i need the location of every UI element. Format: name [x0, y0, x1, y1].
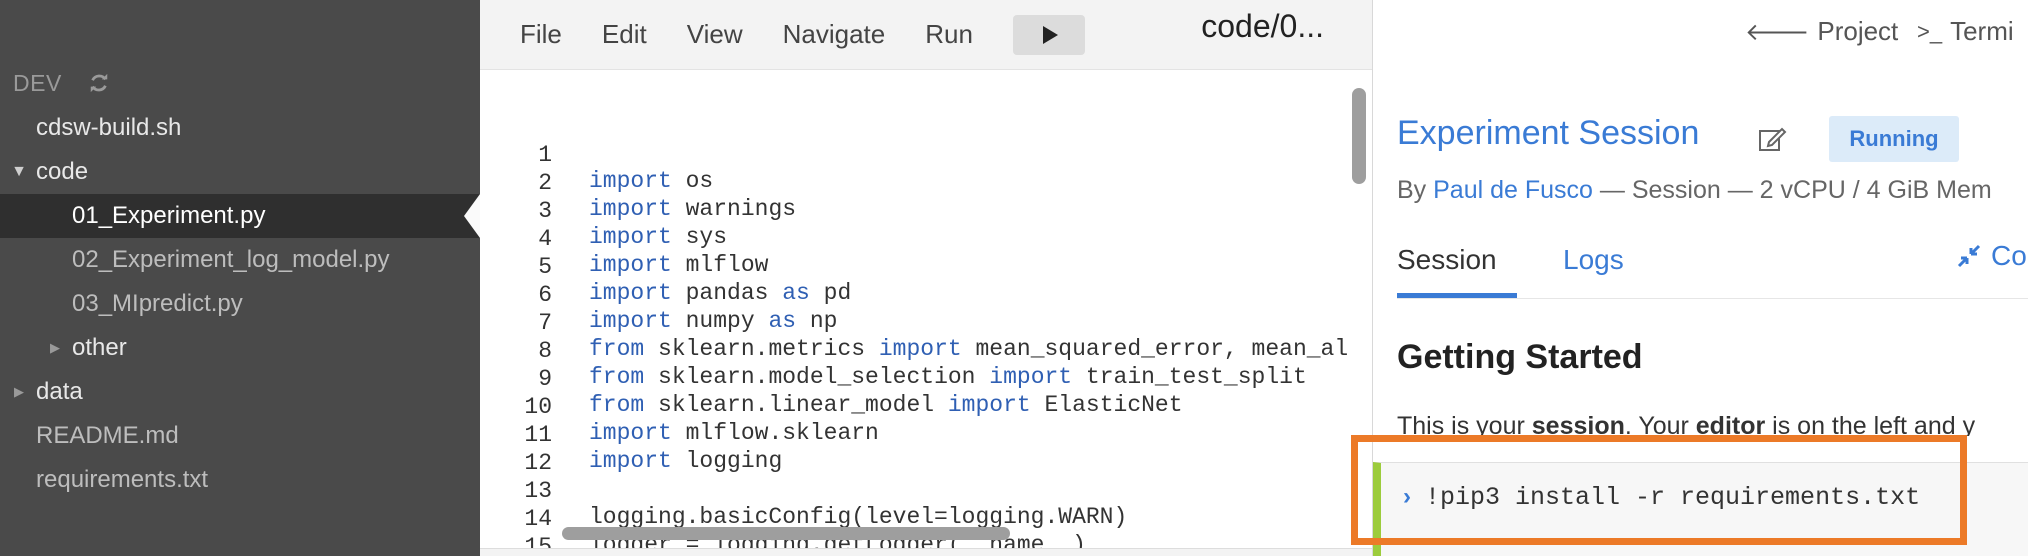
file-label: README.md [36, 422, 179, 449]
project-name: DEV [13, 69, 62, 96]
selection-indicator [464, 194, 480, 238]
code-line: 13 logging.basicConfig(level=logging.WAR… [480, 452, 1372, 530]
file-item-02-experiment-log-model[interactable]: 02_Experiment_log_model.py [0, 238, 480, 282]
run-button[interactable] [1012, 14, 1085, 55]
editor-menubar: File Edit View Navigate Run code/0... [480, 0, 1372, 70]
session-resources: — Session — 2 vCPU / 4 GiB Mem [1592, 176, 1992, 204]
code-line: 9 from sklearn.linear_model import Elast… [480, 340, 1372, 418]
code-line: 6 import numpy as np [480, 256, 1372, 334]
caret-right-icon[interactable]: ▶ [44, 340, 66, 356]
file-label: cdsw-build.sh [36, 114, 182, 141]
caret-down-icon[interactable]: ▼ [8, 163, 30, 181]
menu-run[interactable]: Run [925, 19, 973, 50]
menu-view[interactable]: View [687, 19, 743, 50]
code-line: 3 import sys [480, 172, 1372, 250]
file-label: 03_MIpredict.py [72, 290, 243, 317]
folder-label: code [36, 158, 89, 185]
intro-text: This is your session. Your editor is on … [1397, 412, 1976, 436]
file-label: 01_Experiment.py [72, 202, 266, 229]
code-line: 7 from sklearn.metrics import mean_squar… [480, 284, 1372, 362]
tab-logs[interactable]: Logs [1563, 244, 1624, 276]
file-item-requirements[interactable]: requirements.txt [0, 458, 480, 502]
session-title[interactable]: Experiment Session [1397, 114, 1699, 153]
open-file-title: code/0... [1201, 8, 1324, 44]
arrow-left-icon: 🡐 [1745, 18, 1810, 46]
line-number: 15 [524, 534, 552, 548]
vertical-scrollbar[interactable] [1352, 88, 1366, 184]
code-area[interactable]: 1 import os 2 import warnings 3 import s… [480, 70, 1372, 548]
command-input[interactable]: › !pip3 install -r requirements.txt [1373, 462, 2028, 556]
tabs-divider [1397, 298, 2028, 299]
session-byline: By Paul de Fusco — Session — 2 vCPU / 4 … [1397, 176, 1992, 205]
command-text[interactable]: !pip3 install -r requirements.txt [1425, 483, 1920, 512]
refresh-icon[interactable] [88, 72, 110, 94]
prompt-chevron-icon: › [1403, 483, 1411, 510]
code-line: 11 import logging [480, 396, 1372, 474]
file-label: requirements.txt [36, 466, 209, 493]
folder-item-other[interactable]: ▶ other [0, 326, 480, 370]
status-badge: Running [1829, 116, 1959, 162]
menu-edit[interactable]: Edit [602, 19, 647, 50]
code-line: 2 import warnings [480, 144, 1372, 222]
file-tree-sidebar: DEV cdsw-build.sh ▼ code 01_Experiment.p… [0, 0, 480, 556]
project-link[interactable]: 🡐 Project [1745, 16, 1898, 47]
menu-navigate[interactable]: Navigate [783, 19, 886, 50]
terminal-icon: >_ [1917, 18, 1943, 44]
code-line: 1 import os [480, 116, 1372, 194]
folder-label: other [72, 334, 127, 361]
code-line: 8 from sklearn.model_selection import tr… [480, 312, 1372, 390]
code-line: 12 [480, 424, 1372, 476]
code-line: 14 logger = logging.getLogger(__name__) [480, 480, 1372, 548]
code-line: 4 import mlflow [480, 200, 1372, 278]
caret-right-icon[interactable]: ▶ [8, 384, 30, 400]
code-line: 5 import pandas as pd [480, 228, 1372, 306]
edit-icon[interactable] [1757, 124, 1787, 154]
file-item-readme[interactable]: README.md [0, 414, 480, 458]
folder-item-data[interactable]: ▶ data [0, 370, 480, 414]
menu-file[interactable]: File [520, 19, 562, 50]
code-line: 10 import mlflow.sklearn [480, 368, 1372, 446]
horizontal-scrollbar[interactable] [562, 527, 1010, 540]
file-item-cdsw-build[interactable]: cdsw-build.sh [0, 106, 480, 150]
session-pane: 🡐 Project >_ Termi Experiment Session Ru… [1372, 0, 2028, 556]
code-editor: File Edit View Navigate Run code/0... 1 … [480, 0, 1372, 556]
file-item-03-mipredict[interactable]: 03_MIpredict.py [0, 282, 480, 326]
getting-started-heading: Getting Started [1397, 338, 1643, 376]
terminal-link-label: Termi [1950, 16, 2014, 46]
play-icon [1042, 25, 1058, 44]
folder-item-code[interactable]: ▼ code [0, 150, 480, 194]
byline-prefix: By [1397, 176, 1434, 204]
file-label: 02_Experiment_log_model.py [72, 246, 390, 273]
project-header: DEV [13, 64, 110, 102]
author-link[interactable]: Paul de Fusco [1433, 176, 1593, 204]
collapse-label: Co [1991, 240, 2027, 271]
folder-label: data [36, 378, 83, 405]
collapse-icon [1957, 244, 1981, 268]
tab-session[interactable]: Session [1397, 244, 1497, 276]
session-top-nav: 🡐 Project >_ Termi [1373, 0, 2028, 70]
terminal-link[interactable]: >_ Termi [1917, 16, 2014, 47]
project-link-label: Project [1817, 16, 1899, 46]
file-item-01-experiment[interactable]: 01_Experiment.py [0, 194, 480, 238]
collapse-button[interactable]: Co [1957, 240, 2027, 272]
editor-status-bar [480, 548, 1372, 556]
